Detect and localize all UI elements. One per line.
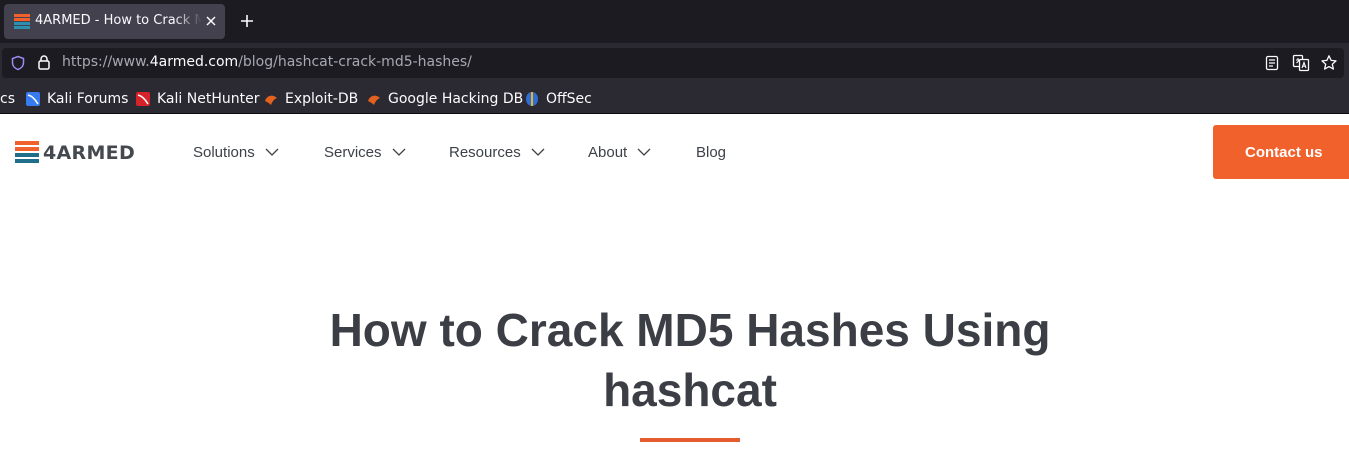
close-tab-icon[interactable] xyxy=(202,12,220,30)
bookmarks-toolbar: cs Kali Forums Kali NetHunter Exploit-DB… xyxy=(0,83,1349,114)
url-path: /blog/hashcat-crack-md5-hashes/ xyxy=(238,54,472,70)
bookmark-label: Kali NetHunter xyxy=(157,91,260,107)
nav-label: Services xyxy=(324,143,382,161)
chevron-down-icon xyxy=(637,148,651,156)
new-tab-plus-icon[interactable] xyxy=(238,12,256,30)
kali-nethunter-icon xyxy=(136,92,150,106)
tab-bar: 4ARMED - How to Crack MD5 Hashes Using h… xyxy=(0,0,1349,43)
google-hacking-db-icon xyxy=(368,95,380,105)
bookmark-label: cs xyxy=(0,91,15,107)
nav-blog[interactable]: Blog xyxy=(696,142,726,162)
chevron-down-icon xyxy=(531,148,545,156)
bookmark-kali-nethunter[interactable]: Kali NetHunter xyxy=(135,89,259,109)
title-underline-divider xyxy=(640,438,740,442)
4armed-favicon-icon xyxy=(14,14,30,29)
bookmark-kali-forums[interactable]: Kali Forums xyxy=(25,89,128,109)
reader-view-icon[interactable] xyxy=(1264,55,1280,71)
url-bar[interactable]: https://www.4armed.com/blog/hashcat-crac… xyxy=(2,48,1344,78)
site-header: 4ARMED Solutions Services Resources Abou… xyxy=(0,115,1349,190)
contact-us-button[interactable]: Contact us xyxy=(1213,125,1349,179)
url-text[interactable]: https://www.4armed.com/blog/hashcat-crac… xyxy=(62,54,472,70)
page-title: How to Crack MD5 Hashes Using hashcat xyxy=(240,300,1140,420)
site-logo[interactable]: 4ARMED xyxy=(15,141,135,165)
tracking-protection-shield-icon[interactable] xyxy=(10,55,26,71)
nav-label: Blog xyxy=(696,143,727,161)
chevron-down-icon xyxy=(265,148,279,156)
tab-title-fade xyxy=(174,8,202,34)
logo-text: 4ARMED xyxy=(43,142,136,164)
exploit-db-icon xyxy=(265,95,277,105)
page-title-line1: How to Crack MD5 Hashes Using xyxy=(329,304,1051,356)
nav-label: Solutions xyxy=(193,143,255,161)
bookmark-label: OffSec xyxy=(546,91,592,107)
lock-icon[interactable] xyxy=(36,54,52,71)
4armed-logo-icon xyxy=(15,141,39,163)
nav-resources[interactable]: Resources xyxy=(449,142,545,162)
bookmark-label: Google Hacking DB xyxy=(388,91,524,107)
nav-solutions[interactable]: Solutions xyxy=(193,142,279,162)
url-host: 4armed.com xyxy=(149,54,239,70)
nav-about[interactable]: About xyxy=(588,142,651,162)
nav-label: Resources xyxy=(449,143,521,161)
navigation-toolbar: https://www.4armed.com/blog/hashcat-crac… xyxy=(0,43,1349,83)
nav-services[interactable]: Services xyxy=(324,142,406,162)
chevron-down-icon xyxy=(392,148,405,156)
offsec-icon xyxy=(526,92,538,106)
page-title-line2: hashcat xyxy=(603,364,777,416)
bookmark-offsec[interactable]: OffSec xyxy=(524,89,592,109)
bookmark-exploit-db[interactable]: Exploit-DB xyxy=(263,89,358,109)
nav-label: About xyxy=(588,143,628,161)
active-tab[interactable]: 4ARMED - How to Crack MD5 Hashes Using h… xyxy=(4,4,225,39)
bookmark-kali-docs[interactable]: cs xyxy=(0,89,15,109)
bookmark-star-icon[interactable] xyxy=(1320,54,1338,72)
translate-icon[interactable] xyxy=(1292,54,1310,72)
bookmark-google-hacking-db[interactable]: Google Hacking DB xyxy=(366,89,523,109)
bookmark-label: Exploit-DB xyxy=(285,91,359,107)
bookmark-label: Kali Forums xyxy=(47,91,129,107)
url-scheme: https://www. xyxy=(62,54,150,70)
kali-forums-icon xyxy=(26,92,40,106)
